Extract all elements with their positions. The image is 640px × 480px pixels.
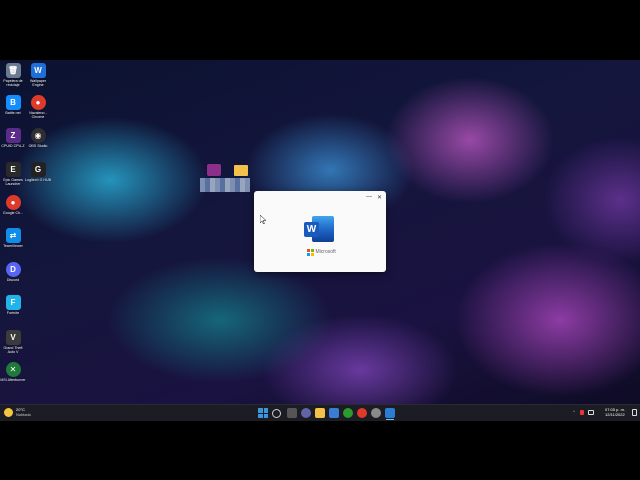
tray-chevron-icon[interactable]: ^	[573, 409, 575, 415]
chat-icon[interactable]	[301, 408, 311, 418]
chrome-icon[interactable]	[357, 408, 367, 418]
store-icon[interactable]	[329, 408, 339, 418]
desktop-icon-label: Discord	[6, 278, 20, 282]
recycle-bin-icon: 🗑	[5, 63, 21, 78]
microsoft-brand-text: Microsoft	[315, 249, 336, 256]
tray-date[interactable]: 12/11/2022	[605, 412, 625, 418]
desktop-icon-chrome-profile[interactable]: ● Navaleno - Chrome	[25, 95, 51, 119]
desktop-icon-recycle-bin[interactable]: 🗑 Papelera de reciclaje	[0, 63, 26, 87]
close-button[interactable]: ✕	[377, 194, 382, 201]
desktop-icon-label: OBS Studio	[28, 144, 48, 148]
start-button[interactable]	[258, 408, 268, 418]
wallpaper-engine-icon: W	[30, 63, 46, 78]
desktop-icon-teamviewer[interactable]: ⇄ TeamViewer	[0, 228, 26, 248]
desktop-icon-wallpaper-engine[interactable]: W Wallpaper Engine	[25, 63, 51, 87]
xbox-icon[interactable]	[343, 408, 353, 418]
desktop-icon-battlenet[interactable]: B Battle.net	[0, 95, 26, 115]
microsoft-squares-icon	[307, 249, 314, 256]
desktop-icon-obs[interactable]: ◉ OBS Studio	[25, 128, 51, 148]
logitech-icon: G	[30, 162, 46, 177]
taskbar: 20°C Nublado ^ 07:05 p. m. 12/11/2022	[0, 404, 640, 421]
desktop-icon-label: Logitech G HUB	[25, 178, 51, 182]
desktop-icon-fortnite[interactable]: F Fortnite	[0, 295, 26, 315]
epic-games-icon: E	[5, 162, 21, 177]
mouse-cursor-icon	[260, 215, 266, 224]
tray-app-icon[interactable]	[580, 410, 584, 415]
desktop: 🗑 Papelera de reciclaje W Wallpaper Engi…	[0, 60, 640, 420]
desktop-icon-gta-v[interactable]: V Grand Theft Auto V	[0, 330, 26, 354]
file-explorer-icon[interactable]	[315, 408, 325, 418]
desktop-icon-label: Google Ch...	[2, 211, 24, 215]
gta-v-icon: V	[5, 330, 21, 345]
desktop-icon-label: Papelera de reciclaje	[3, 79, 23, 88]
search-icon[interactable]	[272, 409, 281, 418]
desktop-icon-msi-afterburner[interactable]: ✕ MSI Afterburner	[0, 362, 26, 382]
weather-icon[interactable]	[4, 408, 13, 417]
desktop-icon-label: TeamViewer	[3, 244, 23, 248]
desktop-icon-label: Grand Theft Auto V	[3, 346, 23, 355]
pixelated-label	[200, 178, 250, 192]
desktop-icon-logitech[interactable]: G Logitech G HUB	[25, 162, 51, 182]
desktop-icon-label: CPUID CPU-Z	[1, 144, 25, 148]
obs-icon: ◉	[30, 128, 46, 143]
desktop-icon-label: MSI Afterburner	[0, 378, 26, 382]
weather-desc[interactable]: Nublado	[16, 412, 31, 418]
word-icon[interactable]	[385, 408, 395, 418]
desktop-icon-google-chrome[interactable]: ● Google Ch...	[0, 195, 26, 215]
settings-icon[interactable]	[371, 408, 381, 418]
winrar-icon[interactable]	[207, 164, 221, 176]
msi-afterburner-icon: ✕	[5, 362, 21, 377]
chrome-icon: ●	[30, 95, 46, 110]
word-logo-icon: W	[304, 216, 334, 242]
fortnite-icon: F	[5, 295, 21, 310]
task-view-icon[interactable]	[287, 408, 297, 418]
teamviewer-icon: ⇄	[5, 228, 21, 243]
chrome-icon: ●	[5, 195, 21, 210]
word-logo-letter: W	[304, 222, 319, 237]
desktop-icon-cpuz[interactable]: Z CPUID CPU-Z	[0, 128, 26, 148]
folder-icon[interactable]	[234, 165, 248, 176]
cpuz-icon: Z	[5, 128, 21, 143]
desktop-icon-label: Navaleno - Chrome	[29, 111, 47, 120]
microsoft-logo: Microsoft	[307, 249, 336, 256]
desktop-icon-label: Epic Games Launcher	[3, 178, 23, 187]
battlenet-icon: B	[5, 95, 21, 110]
notifications-icon[interactable]	[632, 409, 637, 416]
discord-icon: D	[5, 262, 21, 277]
desktop-icon-epic-games[interactable]: E Epic Games Launcher	[0, 162, 26, 186]
desktop-icon-label: Battle.net	[5, 111, 21, 115]
desktop-icon-label: Fortnite	[6, 311, 20, 315]
minimize-button[interactable]: —	[366, 194, 372, 200]
desktop-icon-discord[interactable]: D Discord	[0, 262, 26, 282]
desktop-icon-label: Wallpaper Engine	[29, 79, 47, 88]
network-icon[interactable]	[588, 410, 594, 415]
word-splash-window[interactable]: — ✕ W Microsoft	[254, 191, 386, 272]
active-app-indicator	[386, 419, 394, 420]
